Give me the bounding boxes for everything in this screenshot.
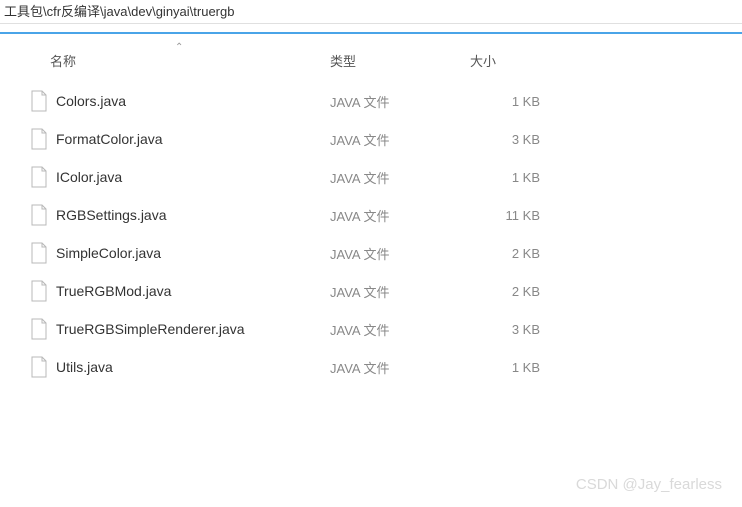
file-type: JAVA 文件 [330,244,470,263]
file-size: 3 KB [470,132,560,147]
file-row[interactable]: FormatColor.javaJAVA 文件3 KB [0,120,742,158]
file-icon [30,318,48,340]
file-name: SimpleColor.java [56,245,330,261]
file-type: JAVA 文件 [330,130,470,149]
file-row[interactable]: RGBSettings.javaJAVA 文件11 KB [0,196,742,234]
file-row[interactable]: Utils.javaJAVA 文件1 KB [0,348,742,386]
file-row[interactable]: TrueRGBSimpleRenderer.javaJAVA 文件3 KB [0,310,742,348]
file-name: Colors.java [56,93,330,109]
file-icon [30,280,48,302]
file-size: 1 KB [470,360,560,375]
column-header-type[interactable]: 类型 [330,51,470,70]
path-bar[interactable]: 工具包\cfr反编译\java\dev\ginyai\truergb [0,0,742,24]
sort-indicator-icon: ⌃ [175,42,183,53]
file-row[interactable]: Colors.javaJAVA 文件1 KB [0,82,742,120]
file-size: 1 KB [470,94,560,109]
file-type: JAVA 文件 [330,282,470,301]
file-type: JAVA 文件 [330,168,470,187]
file-name: FormatColor.java [56,131,330,147]
file-explorer: ⌃ 名称 类型 大小 Colors.javaJAVA 文件1 KB Format… [0,34,742,386]
file-size: 11 KB [470,208,560,223]
file-icon [30,204,48,226]
file-name: RGBSettings.java [56,207,330,223]
file-type: JAVA 文件 [330,92,470,111]
file-icon [30,242,48,264]
file-row[interactable]: TrueRGBMod.javaJAVA 文件2 KB [0,272,742,310]
file-name: TrueRGBSimpleRenderer.java [56,321,330,337]
file-name: Utils.java [56,359,330,375]
file-name: TrueRGBMod.java [56,283,330,299]
file-type: JAVA 文件 [330,320,470,339]
file-list: Colors.javaJAVA 文件1 KB FormatColor.javaJ… [0,74,742,386]
column-header-size[interactable]: 大小 [470,51,560,70]
file-size: 2 KB [470,284,560,299]
file-icon [30,90,48,112]
file-size: 1 KB [470,170,560,185]
file-icon [30,356,48,378]
file-icon [30,166,48,188]
file-row[interactable]: SimpleColor.javaJAVA 文件2 KB [0,234,742,272]
file-size: 3 KB [470,322,560,337]
file-icon [30,128,48,150]
file-row[interactable]: IColor.javaJAVA 文件1 KB [0,158,742,196]
path-text: 工具包\cfr反编译\java\dev\ginyai\truergb [4,4,234,19]
file-name: IColor.java [56,169,330,185]
watermark: CSDN @Jay_fearless [576,476,722,493]
column-headers: ⌃ 名称 类型 大小 [0,46,742,74]
file-type: JAVA 文件 [330,358,470,377]
column-header-name[interactable]: 名称 [30,51,330,70]
file-size: 2 KB [470,246,560,261]
file-type: JAVA 文件 [330,206,470,225]
